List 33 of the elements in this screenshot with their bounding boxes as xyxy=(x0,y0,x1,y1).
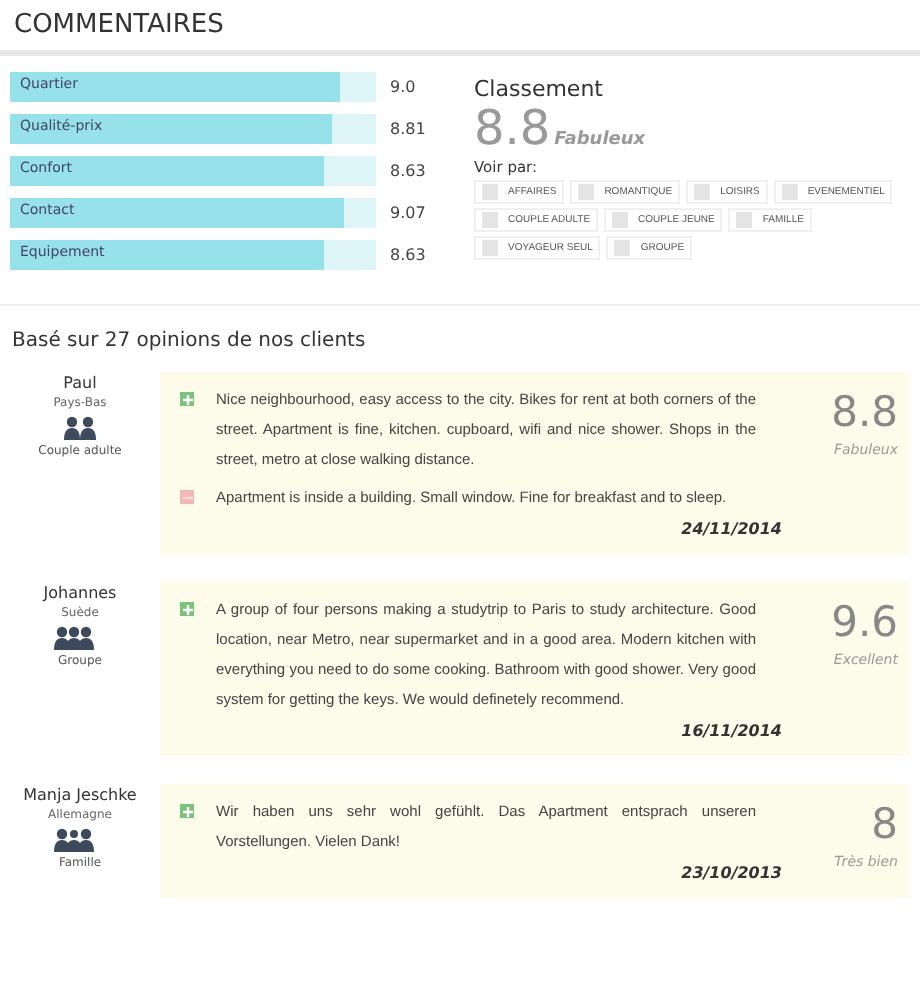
filter-checkbox[interactable] xyxy=(694,184,711,200)
reviewer-name: Johannes xyxy=(43,584,117,602)
minus-icon xyxy=(180,490,194,504)
filter-checkbox[interactable] xyxy=(614,240,631,256)
reviewer-name: Manja Jeschke xyxy=(23,786,137,804)
filter-checkbox[interactable] xyxy=(482,184,498,200)
score-value: 8.81 xyxy=(390,120,426,138)
review-date: 23/10/2013 xyxy=(679,864,782,882)
review-date: 16/11/2014 xyxy=(679,722,782,740)
filter-checkbox[interactable] xyxy=(612,212,629,228)
ranking-verdict: Fabuleux xyxy=(554,130,646,150)
score-value: 9.0 xyxy=(390,78,416,96)
filter-checkbox[interactable] xyxy=(482,212,498,228)
plus-icon xyxy=(180,602,194,616)
review-score: 9.6 xyxy=(829,598,898,646)
score-value: 8.63 xyxy=(390,162,426,180)
ranking-title: Classement xyxy=(474,76,605,102)
filter-checkbox[interactable] xyxy=(736,212,753,228)
filter-checkbox[interactable] xyxy=(482,240,498,256)
score-value: 8.63 xyxy=(390,246,426,264)
review-score: 8.8 xyxy=(829,388,898,436)
score-value: 9.07 xyxy=(390,204,426,222)
filter-checkbox[interactable] xyxy=(781,184,798,200)
review-score: 8 xyxy=(869,800,898,848)
people-icon xyxy=(60,416,100,440)
ranking-score: 8.8 xyxy=(474,102,551,154)
reviews-summary: Basé sur 27 opinions de nos clients xyxy=(10,328,368,356)
section-title: COMMENTAIRES xyxy=(0,0,920,56)
reviewer-name: Paul xyxy=(63,374,97,392)
plus-icon xyxy=(180,392,194,406)
plus-icon xyxy=(180,804,194,818)
filter-checkbox[interactable] xyxy=(578,184,595,200)
review-date: 24/11/2014 xyxy=(679,520,782,538)
